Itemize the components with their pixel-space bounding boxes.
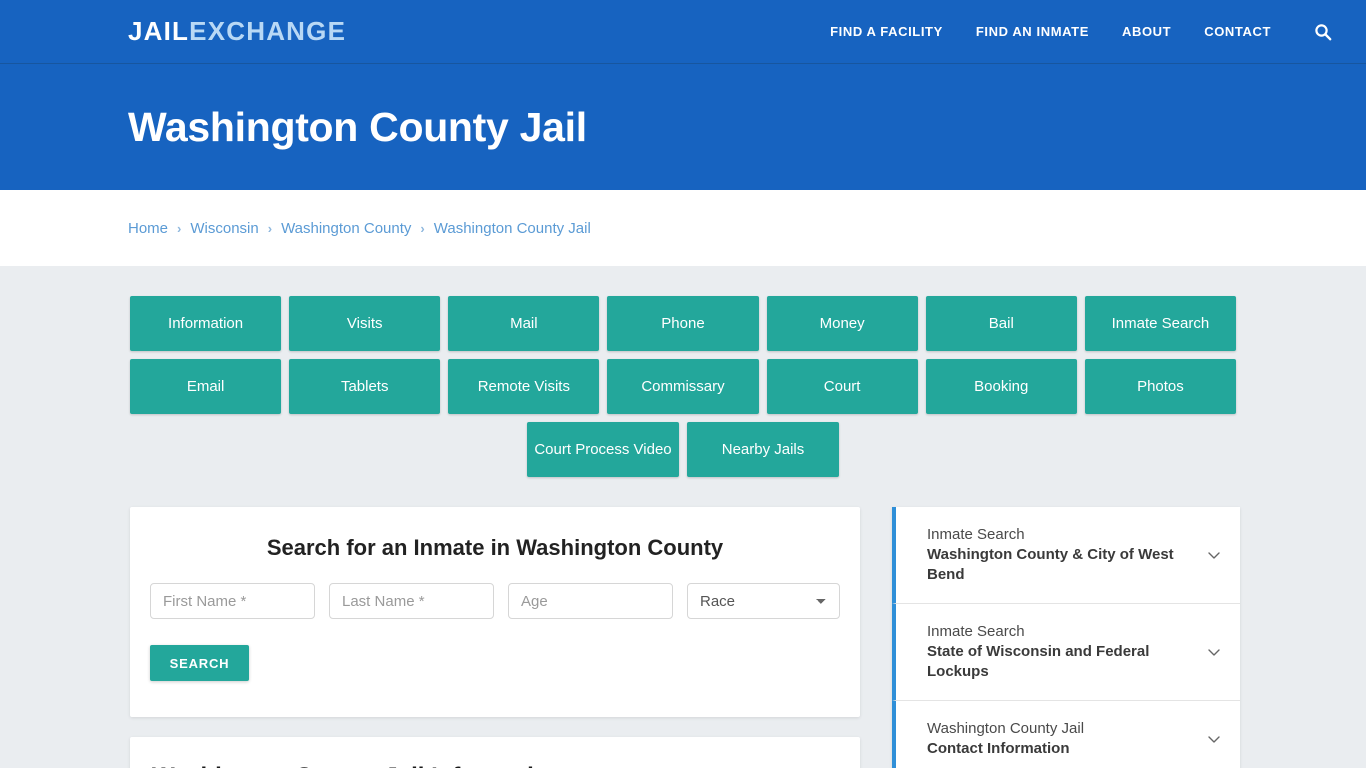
site-logo[interactable]: JAILEXCHANGE xyxy=(128,16,346,47)
logo-text-secondary: EXCHANGE xyxy=(189,16,347,46)
accordion-item-text: Inmate Search Washington County & City o… xyxy=(927,525,1194,585)
search-icon[interactable] xyxy=(1312,21,1334,43)
section-button-email[interactable]: Email xyxy=(130,359,282,414)
accordion-item-text: Inmate Search State of Wisconsin and Fed… xyxy=(927,622,1194,682)
inmate-search-card: Search for an Inmate in Washington Count… xyxy=(130,507,860,717)
top-navigation-bar: JAILEXCHANGE FIND A FACILITY FIND AN INM… xyxy=(0,0,1366,64)
accordion-item-label: Washington County Jail xyxy=(927,719,1085,737)
main-columns: Search for an Inmate in Washington Count… xyxy=(130,507,1240,768)
search-button-row: SEARCH xyxy=(150,619,840,681)
accordion-item-inmate-search-county[interactable]: Inmate Search Washington County & City o… xyxy=(892,507,1240,604)
section-button-inmate-search[interactable]: Inmate Search xyxy=(1084,296,1236,351)
accordion-item-sublabel: Washington County & City of West Bend xyxy=(927,545,1174,583)
jail-information-title: Washington County Jail Information xyxy=(152,763,838,768)
breadcrumb-item-washington-county-jail[interactable]: Washington County Jail xyxy=(434,220,591,237)
accordion-item-contact-information[interactable]: Washington County Jail Contact Informati… xyxy=(892,700,1240,768)
first-name-input[interactable] xyxy=(150,583,315,619)
section-button-court-process-video[interactable]: Court Process Video xyxy=(527,422,679,477)
section-button-visits[interactable]: Visits xyxy=(289,296,441,351)
button-row-3: Court Process Video Nearby Jails xyxy=(130,422,1236,477)
right-column: Inmate Search Washington County & City o… xyxy=(892,507,1240,768)
facility-section-buttons: Information Visits Mail Phone Money Bail… xyxy=(130,296,1236,477)
last-name-input[interactable] xyxy=(329,583,494,619)
page-hero: Washington County Jail xyxy=(0,64,1366,190)
age-input[interactable] xyxy=(508,583,673,619)
accordion-item-sublabel: State of Wisconsin and Federal Lockups xyxy=(927,642,1150,680)
inmate-search-form: Race xyxy=(150,583,840,619)
button-row-1: Information Visits Mail Phone Money Bail… xyxy=(130,296,1236,351)
section-button-remote-visits[interactable]: Remote Visits xyxy=(448,359,600,414)
nav-item-contact[interactable]: CONTACT xyxy=(1204,24,1271,39)
nav-item-find-an-inmate[interactable]: FIND AN INMATE xyxy=(976,24,1089,39)
breadcrumb-separator-icon: › xyxy=(420,220,425,236)
accordion-item-text: Washington County Jail Contact Informati… xyxy=(927,719,1194,759)
race-select[interactable]: Race xyxy=(687,583,840,619)
section-button-mail[interactable]: Mail xyxy=(448,296,600,351)
accordion-item-label: Inmate Search xyxy=(927,526,1025,543)
chevron-down-icon[interactable] xyxy=(1204,642,1224,662)
button-row-2: Email Tablets Remote Visits Commissary C… xyxy=(130,359,1236,414)
logo-text-primary: JAIL xyxy=(128,16,190,46)
breadcrumb-separator-icon: › xyxy=(177,220,182,236)
left-column: Search for an Inmate in Washington Count… xyxy=(130,507,860,768)
accordion-item-label: Inmate Search xyxy=(927,622,1025,640)
section-button-information[interactable]: Information xyxy=(130,296,282,351)
nav-item-about[interactable]: ABOUT xyxy=(1122,24,1171,39)
page-body: Information Visits Mail Phone Money Bail… xyxy=(0,266,1366,768)
content-wrapper: Information Visits Mail Phone Money Bail… xyxy=(130,296,1240,768)
accordion-item-sublabel: Contact Information xyxy=(927,739,1070,757)
main-menu: FIND A FACILITY FIND AN INMATE ABOUT CON… xyxy=(830,21,1334,43)
section-button-court[interactable]: Court xyxy=(766,359,918,414)
chevron-down-icon[interactable] xyxy=(1204,729,1224,749)
accordion-item-inmate-search-state[interactable]: Inmate Search State of Wisconsin and Fed… xyxy=(892,603,1240,701)
page-title: Washington County Jail xyxy=(128,103,587,150)
section-button-bail[interactable]: Bail xyxy=(925,296,1077,351)
section-button-commissary[interactable]: Commissary xyxy=(607,359,759,414)
breadcrumb-bar: Home › Wisconsin › Washington County › W… xyxy=(0,190,1366,266)
sidebar-accordion: Inmate Search Washington County & City o… xyxy=(892,507,1240,768)
section-button-tablets[interactable]: Tablets xyxy=(289,359,441,414)
section-button-money[interactable]: Money xyxy=(766,296,918,351)
chevron-down-icon[interactable] xyxy=(1204,545,1224,565)
section-button-booking[interactable]: Booking xyxy=(925,359,1077,414)
inmate-search-title: Search for an Inmate in Washington Count… xyxy=(266,535,724,560)
section-button-photos[interactable]: Photos xyxy=(1084,359,1236,414)
section-button-nearby-jails[interactable]: Nearby Jails xyxy=(687,422,839,477)
breadcrumb: Home › Wisconsin › Washington County › W… xyxy=(128,220,591,237)
breadcrumb-separator-icon: › xyxy=(267,220,273,236)
breadcrumb-item-washington-county[interactable]: Washington County xyxy=(281,220,411,237)
jail-information-card: Washington County Jail Information xyxy=(130,737,860,768)
breadcrumb-item-home[interactable]: Home xyxy=(128,220,168,237)
search-button[interactable]: SEARCH xyxy=(150,645,249,681)
section-button-phone[interactable]: Phone xyxy=(607,296,759,351)
breadcrumb-item-wisconsin[interactable]: Wisconsin xyxy=(190,220,258,237)
nav-item-find-a-facility[interactable]: FIND A FACILITY xyxy=(830,24,943,39)
